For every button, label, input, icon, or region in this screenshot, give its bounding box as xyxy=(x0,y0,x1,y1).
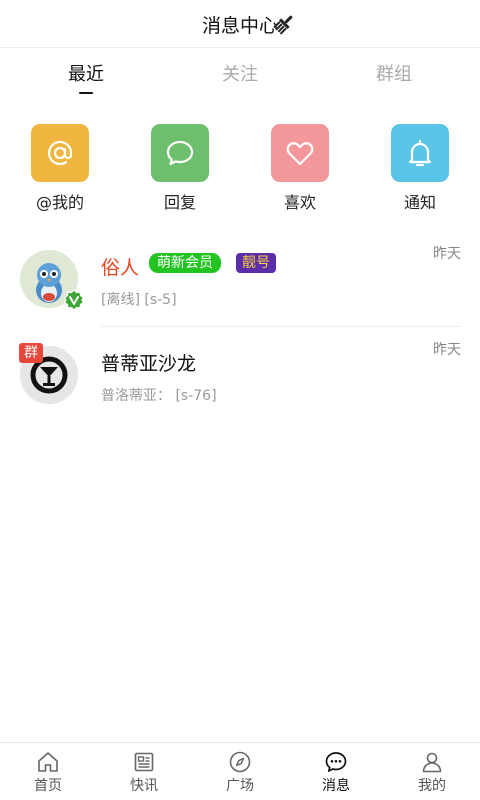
quick-actions: @我的 回复 喜欢 通知 xyxy=(0,124,480,214)
tab-follow[interactable]: 关注 xyxy=(180,60,300,86)
tab-home[interactable]: 首页 xyxy=(0,743,96,800)
tab-label: 广场 xyxy=(226,778,254,794)
news-icon xyxy=(134,752,154,772)
verified-badge-icon xyxy=(63,289,85,311)
header: 消息中心 xyxy=(0,0,480,48)
quick-action-mentions[interactable]: @我的 xyxy=(0,124,120,213)
group-tag: 群 xyxy=(19,343,43,363)
list-item[interactable]: 群 普蒂亚沙龙 普洛蒂亚： [s-76] 昨天 xyxy=(0,330,480,426)
comment-bubble-icon xyxy=(151,124,209,182)
tab-groups[interactable]: 群组 xyxy=(334,60,454,86)
tab-label: 消息 xyxy=(322,778,350,794)
quick-action-label: 喜欢 xyxy=(283,193,316,212)
quick-action-notifications[interactable]: 通知 xyxy=(360,124,480,213)
tab-news[interactable]: 快讯 xyxy=(96,743,192,800)
message-time: 昨天 xyxy=(433,342,461,358)
page-title: 消息中心 xyxy=(201,15,278,37)
message-preview: 普洛蒂亚： [s-76] xyxy=(101,388,217,404)
bell-icon xyxy=(391,124,449,182)
message-tabs: 最近 关注 群组 xyxy=(0,48,480,98)
tab-messages[interactable]: 消息 xyxy=(288,743,384,800)
active-tab-indicator xyxy=(79,92,93,94)
quick-action-label: 通知 xyxy=(403,193,436,212)
quick-action-likes[interactable]: 喜欢 xyxy=(240,124,360,213)
compass-icon xyxy=(229,751,251,773)
heart-icon xyxy=(271,124,329,182)
home-icon xyxy=(38,752,58,772)
clean-broom-icon[interactable] xyxy=(272,12,296,36)
tab-profile[interactable]: 我的 xyxy=(384,743,480,800)
member-badge: 萌新会员 xyxy=(149,253,221,273)
quick-action-replies[interactable]: 回复 xyxy=(120,124,240,213)
tab-label: 我的 xyxy=(418,778,446,794)
group-name: 普蒂亚沙龙 xyxy=(101,353,197,375)
message-icon xyxy=(325,752,347,772)
vip-number-badge: 靓号 xyxy=(236,253,276,273)
quick-action-label: @我的 xyxy=(35,193,84,212)
at-icon xyxy=(31,124,89,182)
list-item[interactable]: 俗人 萌新会员 靓号 [离线] [s-5] 昨天 xyxy=(0,234,480,330)
message-preview: [离线] [s-5] xyxy=(101,292,177,308)
quick-action-label: 回复 xyxy=(163,193,196,212)
user-icon xyxy=(422,752,442,773)
message-time: 昨天 xyxy=(433,246,461,262)
tab-label: 快讯 xyxy=(130,778,158,794)
bottom-tab-bar: 首页 快讯 广场 消息 我的 xyxy=(0,742,480,800)
contact-name: 俗人 xyxy=(101,257,140,279)
tab-label: 首页 xyxy=(34,778,62,794)
tab-recent[interactable]: 最近 xyxy=(26,60,146,86)
tab-square[interactable]: 广场 xyxy=(192,743,288,800)
row-divider xyxy=(101,326,461,327)
